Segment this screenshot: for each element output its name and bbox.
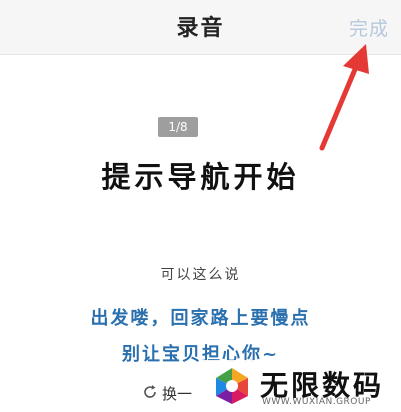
refresh-icon xyxy=(142,384,158,404)
switch-phrase-button[interactable]: 换一 xyxy=(142,383,192,405)
watermark-logo xyxy=(216,368,248,404)
switch-phrase-label: 换一 xyxy=(162,385,193,403)
hint-label: 可以这么说 xyxy=(160,267,241,283)
prompt-title: 提示导航开始 xyxy=(101,160,300,194)
watermark: 无限数码 WWW.WUXIAN.GROUP xyxy=(200,360,401,412)
watermark-url: WWW.WUXIAN.GROUP xyxy=(262,397,371,407)
suggested-phrase-line-1[interactable]: 出发喽，回家路上要慢点 xyxy=(0,304,401,330)
page-indicator: 1/8 xyxy=(158,117,198,137)
